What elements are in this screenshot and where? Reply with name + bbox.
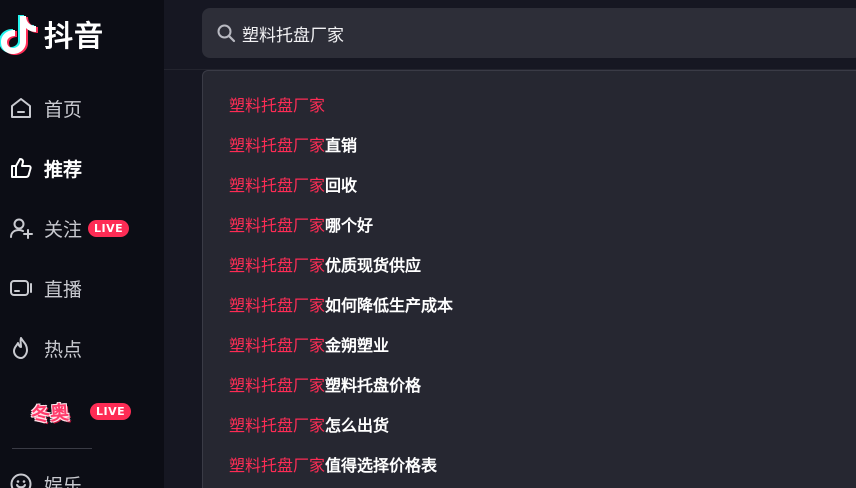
- home-icon: [8, 95, 34, 121]
- suggestion-match: 塑料托盘厂家: [229, 336, 326, 355]
- suggestion-match: 塑料托盘厂家: [229, 296, 326, 315]
- suggestion-rest: 直销: [325, 136, 358, 155]
- sidebar-item-recommend[interactable]: 推荐: [8, 150, 82, 186]
- search-input[interactable]: [242, 23, 802, 43]
- suggestion-match: 塑料托盘厂家: [229, 416, 326, 435]
- sidebar-item-label: 关注: [44, 218, 83, 241]
- suggestion-rest: 值得选择价格表: [325, 456, 438, 475]
- suggestion-rest: 优质现货供应: [325, 256, 422, 275]
- sidebar-item-label: 推荐: [44, 158, 83, 181]
- app-root: 抖音 首页 推荐 关注 LIVE 直播 热点 冬奥 LIVE 娱乐 塑料托盘厂家…: [0, 0, 856, 488]
- suggestion-match: 塑料托盘厂家: [229, 376, 326, 395]
- search-icon[interactable]: [216, 23, 236, 43]
- sidebar-divider: [12, 448, 92, 449]
- sidebar: 抖音 首页 推荐 关注 LIVE 直播 热点 冬奥 LIVE 娱乐: [0, 0, 164, 488]
- suggestion-item[interactable]: 塑料托盘厂家 直销: [229, 130, 357, 158]
- suggestion-rest: 怎么出货: [325, 416, 390, 435]
- suggestion-item[interactable]: 塑料托盘厂家 回收: [229, 170, 357, 198]
- app-name: 抖音: [44, 19, 105, 53]
- suggestion-match: 塑料托盘厂家: [229, 176, 326, 195]
- follow-user-icon: [8, 215, 34, 241]
- search-box[interactable]: [202, 8, 856, 58]
- suggestion-item[interactable]: 塑料托盘厂家 金朔塑业: [229, 330, 389, 358]
- sidebar-item-hot[interactable]: 热点: [8, 330, 82, 366]
- smile-icon: [8, 471, 34, 488]
- suggestion-match: 塑料托盘厂家: [229, 136, 326, 155]
- suggestion-rest: 塑料托盘价格: [325, 376, 422, 395]
- suggestion-match: 塑料托盘厂家: [229, 256, 326, 275]
- sidebar-item-follow[interactable]: 关注 LIVE: [8, 210, 130, 246]
- suggestion-item[interactable]: 塑料托盘厂家 塑料托盘价格: [229, 370, 421, 398]
- tiktok-note-icon: [0, 15, 38, 55]
- suggestion-rest: 哪个好: [325, 216, 374, 235]
- suggestion-match: 塑料托盘厂家: [229, 96, 326, 115]
- suggestion-item[interactable]: 塑料托盘厂家: [229, 90, 325, 118]
- suggestion-item[interactable]: 塑料托盘厂家 怎么出货: [229, 410, 389, 438]
- suggestion-item[interactable]: 塑料托盘厂家 优质现货供应: [229, 250, 421, 278]
- sidebar-item-entertainment[interactable]: 娱乐: [8, 466, 82, 488]
- search-suggestions-dropdown: 塑料托盘厂家 塑料托盘厂家 直销 塑料托盘厂家 回收 塑料托盘厂家 哪个好 塑料托盘厂…: [202, 70, 856, 488]
- suggestion-rest: 如何降低生产成本: [325, 296, 454, 315]
- sidebar-item-label: 直播: [44, 278, 83, 301]
- flame-icon: [8, 335, 34, 361]
- douyin-logo[interactable]: 抖音: [0, 12, 104, 56]
- sidebar-item-home[interactable]: 首页: [8, 90, 82, 126]
- sidebar-item-label: 娱乐: [44, 474, 83, 488]
- suggestion-rest: 回收: [325, 176, 358, 195]
- winter-olympics-label: 冬奥: [30, 401, 70, 426]
- suggestion-item[interactable]: 塑料托盘厂家 如何降低生产成本: [229, 290, 453, 318]
- thumbs-up-icon: [8, 155, 34, 181]
- live-badge: LIVE: [90, 403, 132, 420]
- sidebar-item-label: 热点: [44, 338, 83, 361]
- suggestion-item[interactable]: 塑料托盘厂家 哪个好: [229, 210, 373, 238]
- suggestion-match: 塑料托盘厂家: [229, 456, 326, 475]
- suggestion-item[interactable]: 塑料托盘厂家 值得选择价格表: [229, 450, 437, 478]
- suggestion-match: 塑料托盘厂家: [229, 216, 326, 235]
- live-camera-icon: [8, 275, 34, 301]
- live-badge: LIVE: [88, 219, 130, 237]
- sidebar-item-live[interactable]: 直播: [8, 270, 82, 306]
- sidebar-item-label: 首页: [44, 98, 83, 121]
- winter-olympics-tag[interactable]: 冬奥: [22, 396, 78, 428]
- suggestion-rest: 金朔塑业: [325, 336, 390, 355]
